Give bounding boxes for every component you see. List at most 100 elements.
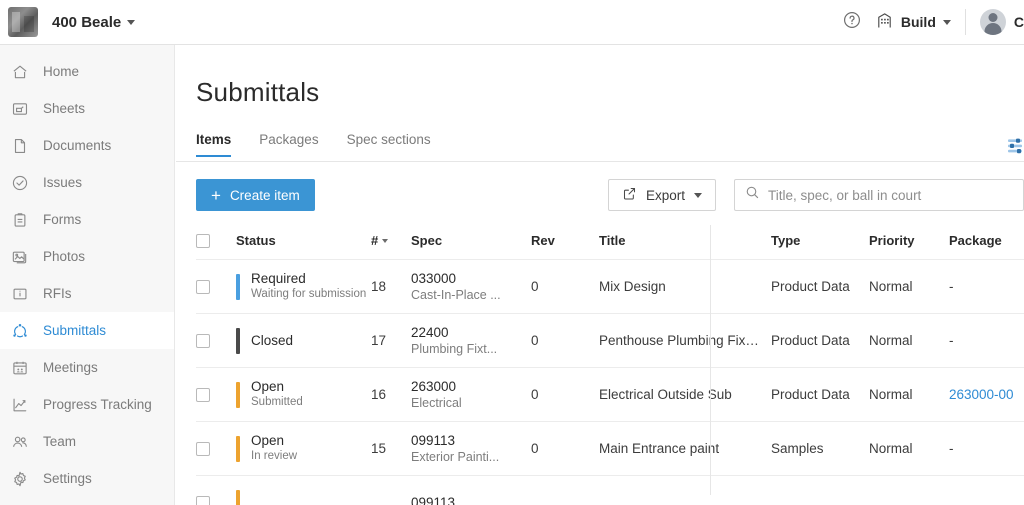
avatar (979, 9, 1006, 35)
row-status-cell (236, 475, 371, 505)
spec-number: 263000 (411, 378, 457, 394)
sidebar-item-team[interactable]: Team (0, 423, 174, 460)
column-header-status[interactable]: Status (236, 225, 371, 260)
tab-bar: Items Packages Spec sections (176, 132, 1024, 162)
row-package-cell: - (949, 421, 1024, 476)
package-link[interactable]: 263000-00 (949, 387, 1014, 402)
table-row[interactable]: 099113 (196, 475, 1024, 505)
gear-icon (10, 469, 29, 488)
table-row[interactable]: Open In review 15 099113 Exterior Painti… (196, 421, 1024, 476)
row-priority-cell (869, 475, 949, 505)
row-rev-cell (531, 475, 599, 505)
home-icon (10, 62, 29, 81)
row-rev-cell: 0 (531, 367, 599, 422)
chevron-down-icon (942, 19, 951, 25)
row-select-cell (196, 475, 236, 505)
help-button[interactable] (835, 0, 869, 45)
calendar-people-icon (10, 358, 29, 377)
tab-items[interactable]: Items (196, 132, 232, 157)
column-header-priority[interactable]: Priority (869, 225, 949, 260)
column-header-type[interactable]: Type (771, 225, 869, 260)
table-row[interactable]: Open Submitted 16 263000 Electrical 0 El… (196, 367, 1024, 422)
row-status-cell: Required Waiting for submission (236, 259, 371, 314)
column-header-number[interactable]: # (371, 225, 411, 260)
main-content: Submittals Items Packages Spec sections … (176, 45, 1024, 505)
row-status-cell: Closed (236, 313, 371, 368)
user-menu[interactable]: C (966, 9, 1024, 35)
row-checkbox[interactable] (196, 279, 210, 294)
column-header-spec[interactable]: Spec (411, 225, 531, 260)
table-row[interactable]: Required Waiting for submission 18 03300… (196, 259, 1024, 314)
build-menu[interactable]: Build (869, 0, 965, 44)
tab-packages[interactable]: Packages (259, 132, 318, 155)
sidebar: Home Sheets Documents Issues Forms Photo… (0, 45, 175, 505)
sidebar-item-meetings[interactable]: Meetings (0, 349, 174, 386)
table-body: Required Waiting for submission 18 03300… (196, 259, 1024, 505)
sidebar-item-label: Forms (43, 212, 82, 227)
row-type-cell: Product Data (771, 259, 869, 314)
status-color-bar (236, 273, 240, 300)
row-spec-cell: 099113 (411, 475, 531, 505)
building-icon (875, 11, 894, 33)
row-package-cell: 263000-00 (949, 367, 1024, 422)
page-title: Submittals (196, 77, 320, 107)
row-spec-cell: 263000 Electrical (411, 367, 531, 422)
row-title-text: Mix Design (599, 279, 666, 294)
chart-line-icon (10, 395, 29, 414)
status-sub-label: In review (251, 450, 298, 462)
row-type-cell (771, 475, 869, 505)
create-item-button[interactable]: + Create item (196, 179, 315, 211)
row-number-cell: 18 (371, 259, 411, 314)
sort-number-control[interactable]: # (371, 233, 389, 248)
select-all-checkbox[interactable] (196, 233, 210, 248)
column-header-rev[interactable]: Rev (531, 225, 599, 260)
row-number-cell: 16 (371, 367, 411, 422)
status-sub-label: Submitted (251, 396, 303, 408)
row-checkbox[interactable] (196, 333, 210, 348)
row-type-cell: Samples (771, 421, 869, 476)
tab-spec-sections[interactable]: Spec sections (347, 132, 431, 155)
column-header-title[interactable]: Title (599, 225, 771, 260)
project-selector[interactable]: 400 Beale (52, 14, 136, 31)
row-checkbox[interactable] (196, 495, 210, 505)
sidebar-item-forms[interactable]: Forms (0, 201, 174, 238)
sidebar-item-label: Documents (43, 138, 112, 153)
sidebar-item-label: Progress Tracking (43, 397, 152, 412)
table-row[interactable]: Closed 17 22400 Plumbing Fixt... 0 Penth… (196, 313, 1024, 368)
export-button[interactable]: Export (607, 179, 716, 211)
spec-number: 099113 (411, 432, 456, 448)
search-input[interactable] (768, 187, 1013, 203)
sidebar-item-issues[interactable]: Issues (0, 164, 174, 201)
spec-name: Cast-In-Place ... (411, 287, 501, 302)
sidebar-item-progress-tracking[interactable]: Progress Tracking (0, 386, 174, 423)
sidebar-item-rfis[interactable]: RFIs (0, 275, 174, 312)
plus-icon: + (211, 185, 221, 205)
top-bar: 400 Beale Build C (0, 0, 1024, 45)
sidebar-item-photos[interactable]: Photos (0, 238, 174, 275)
sidebar-item-settings[interactable]: Settings (0, 460, 174, 497)
status-label: Open (251, 433, 285, 448)
table-head: Status # Spec Rev Title Type Priority Pa… (196, 225, 1024, 260)
spec-name: Exterior Painti... (411, 449, 500, 464)
row-spec-cell: 22400 Plumbing Fixt... (411, 313, 531, 368)
sidebar-item-home[interactable]: Home (0, 53, 174, 90)
search-box[interactable] (734, 179, 1024, 211)
row-number-cell: 15 (371, 421, 411, 476)
sliders-filter-icon[interactable] (1000, 137, 1024, 155)
row-rev-cell: 0 (531, 259, 599, 314)
row-title-cell: Penthouse Plumbing Fixtu... (599, 313, 771, 368)
row-package-cell (949, 475, 1024, 505)
people-icon (10, 432, 29, 451)
document-icon (10, 136, 29, 155)
row-checkbox[interactable] (196, 441, 210, 456)
sidebar-item-sheets[interactable]: Sheets (0, 90, 174, 127)
row-checkbox[interactable] (196, 387, 210, 402)
column-header-package[interactable]: Package (949, 225, 1024, 260)
sidebar-item-label: RFIs (43, 286, 72, 301)
spec-number: 099113 (411, 495, 456, 505)
chevron-down-icon (127, 19, 136, 25)
project-thumbnail (8, 7, 38, 37)
sidebar-item-documents[interactable]: Documents (0, 127, 174, 164)
submittals-table-container: Status # Spec Rev Title Type Priority Pa… (176, 225, 1024, 505)
sidebar-item-submittals[interactable]: Submittals (0, 312, 174, 349)
